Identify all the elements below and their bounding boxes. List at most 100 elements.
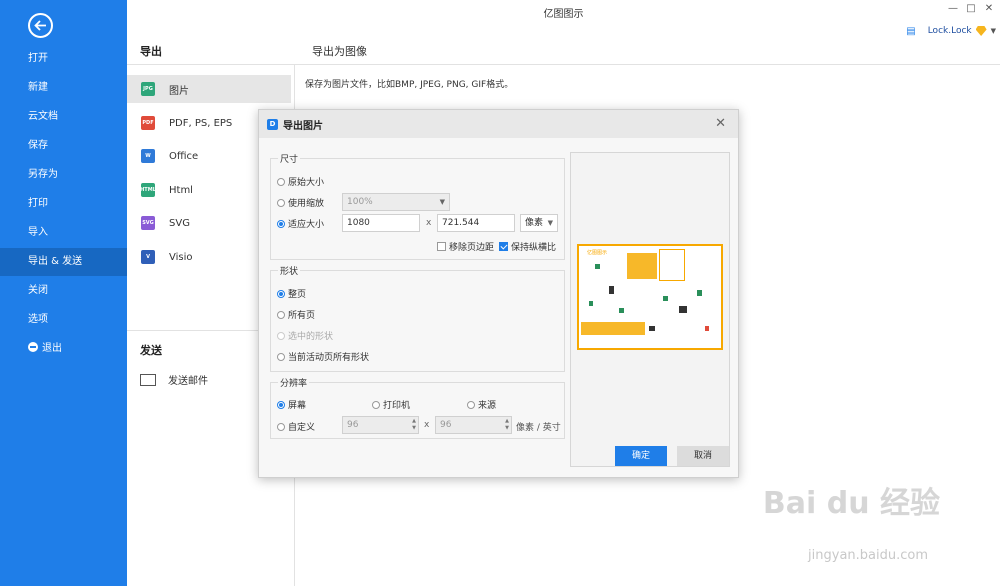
svg-file-icon: SVG — [141, 216, 155, 230]
radio-source[interactable]: 来源 — [467, 398, 496, 411]
preview-shape — [705, 326, 709, 331]
radio-screen[interactable]: 屏幕 — [277, 398, 306, 411]
option-label: 移除页边距 — [449, 243, 495, 253]
preview-pane: 亿图图示 — [570, 152, 730, 467]
sidebar: 打开 新建 云文档 保存 另存为 打印 导入 导出 & 发送 关闭 选项 退出 — [0, 0, 127, 586]
minimize-icon[interactable]: — — [944, 2, 962, 16]
sidebar-item-cloud[interactable]: 云文档 — [0, 103, 127, 131]
option-label: 适应大小 — [288, 220, 325, 230]
preview-shape — [697, 290, 702, 296]
dialog-title: 导出图片 — [283, 120, 323, 132]
option-label: 使用缩放 — [288, 199, 325, 209]
sidebar-item-new[interactable]: 新建 — [0, 74, 127, 102]
sidebar-item-exit[interactable]: 退出 — [0, 335, 127, 363]
sidebar-item-label: 保存 — [28, 140, 48, 151]
preview-shape — [649, 326, 655, 331]
resolution-group: 分辨率 屏幕 打印机 来源 自定义 96 ▲ ▼ x 96 ▲ ▼ 像素 / 英寸 — [270, 376, 565, 439]
preview-shape — [619, 308, 624, 313]
checkbox-remove-margin[interactable]: 移除页边距 — [437, 240, 494, 253]
sidebar-item-label: 打开 — [28, 53, 48, 64]
send-email-item[interactable]: 发送邮件 — [140, 372, 208, 387]
option-label: 所有页 — [288, 311, 316, 321]
width-input[interactable]: 1080 — [342, 214, 420, 232]
app-title: 亿图图示 — [543, 9, 584, 20]
preview-shape — [627, 253, 657, 279]
radio-original-size[interactable]: 原始大小 — [277, 175, 324, 188]
checkbox-keep-ratio[interactable]: 保持纵横比 — [499, 240, 556, 253]
format-label: SVG — [169, 217, 190, 229]
radio-printer[interactable]: 打印机 — [372, 398, 410, 411]
dpi-x-input[interactable]: 96 ▲ ▼ — [342, 416, 419, 434]
close-icon[interactable]: ✕ — [980, 2, 998, 16]
export-header: 导出 — [140, 45, 162, 58]
preview-shape — [581, 322, 645, 335]
option-label: 来源 — [478, 401, 497, 411]
preview-shape — [663, 296, 668, 301]
html-file-icon: HTML — [140, 183, 156, 197]
jpg-file-icon: JPG — [141, 82, 155, 96]
title-bar: 亿图图示 — □ ✕ — [127, 0, 1000, 22]
sidebar-item-open[interactable]: 打开 — [0, 45, 127, 73]
option-label: 保持纵横比 — [511, 243, 557, 253]
format-item-image[interactable]: JPG 图片 — [127, 75, 291, 103]
radio-fit-size[interactable]: 适应大小 — [277, 217, 324, 230]
height-value: 721.544 — [442, 218, 480, 228]
dpi-x-value: 96 — [347, 420, 359, 430]
chevron-down-icon: ▼ — [547, 219, 553, 227]
radio-icon — [277, 352, 285, 361]
option-label: 打印机 — [383, 401, 411, 411]
checkbox-icon — [437, 242, 446, 251]
sidebar-item-label: 退出 — [42, 343, 62, 354]
chevron-down-icon: ▼ — [439, 198, 445, 206]
dpi-y-input[interactable]: 96 ▲ ▼ — [435, 416, 512, 434]
radio-icon — [372, 400, 380, 409]
radio-icon — [277, 310, 285, 319]
preview-shape — [595, 264, 600, 269]
cancel-button[interactable]: 取消 — [677, 446, 729, 466]
zoom-value: 100% — [347, 197, 373, 207]
comment-icon[interactable]: ▤ — [906, 26, 915, 37]
radio-current-page-shapes[interactable]: 当前活动页所有形状 — [277, 350, 369, 363]
radio-icon — [277, 177, 285, 186]
format-label: Html — [169, 184, 193, 196]
sidebar-item-options[interactable]: 选项 — [0, 306, 127, 334]
sidebar-item-import[interactable]: 导入 — [0, 219, 127, 247]
app-logo-icon: D — [267, 118, 278, 130]
ok-button[interactable]: 确定 — [615, 446, 667, 466]
back-button[interactable] — [28, 13, 53, 38]
preview-shape — [589, 301, 593, 306]
exit-icon — [28, 342, 38, 352]
zoom-select[interactable]: 100% ▼ — [342, 193, 450, 211]
chevron-down-icon: ▼ — [990, 27, 996, 35]
format-label: Office — [169, 150, 199, 162]
radio-use-zoom[interactable]: 使用缩放 — [277, 196, 324, 209]
sidebar-item-export-send[interactable]: 导出 & 发送 — [0, 248, 127, 276]
radio-custom[interactable]: 自定义 — [277, 420, 315, 433]
size-group: 尺寸 原始大小 使用缩放 100% ▼ 适应大小 1080 x 721.544 像… — [270, 152, 565, 260]
preview-shape — [659, 249, 685, 281]
dialog-title-bar: D 导出图片 — [259, 110, 738, 138]
close-icon[interactable]: ✕ — [715, 116, 726, 131]
radio-icon — [277, 400, 285, 409]
sidebar-item-print[interactable]: 打印 — [0, 190, 127, 218]
sidebar-item-save-as[interactable]: 另存为 — [0, 161, 127, 189]
times-icon: x — [424, 420, 430, 430]
user-menu[interactable]: ▤ Lock.Lock ▼ — [906, 24, 996, 38]
visio-file-icon: V — [141, 250, 155, 264]
radio-whole-page[interactable]: 整页 — [277, 287, 306, 300]
stepper-icon: ▲ ▼ — [505, 418, 509, 431]
radio-selected-shapes[interactable]: 选中的形状 — [277, 329, 333, 342]
radio-all-pages[interactable]: 所有页 — [277, 308, 315, 321]
sidebar-item-close[interactable]: 关闭 — [0, 277, 127, 305]
height-input[interactable]: 721.544 — [437, 214, 515, 232]
maximize-icon[interactable]: □ — [962, 2, 980, 16]
sidebar-item-save[interactable]: 保存 — [0, 132, 127, 160]
format-label: PDF, PS, EPS — [169, 117, 233, 129]
format-label: Visio — [169, 251, 193, 263]
group-title: 尺寸 — [278, 152, 301, 165]
sidebar-item-label: 新建 — [28, 82, 48, 93]
send-email-label: 发送邮件 — [168, 376, 208, 387]
sidebar-item-label: 关闭 — [28, 285, 48, 296]
pdf-file-icon: PDF — [141, 116, 155, 130]
unit-select[interactable]: 像素 ▼ — [520, 214, 558, 232]
